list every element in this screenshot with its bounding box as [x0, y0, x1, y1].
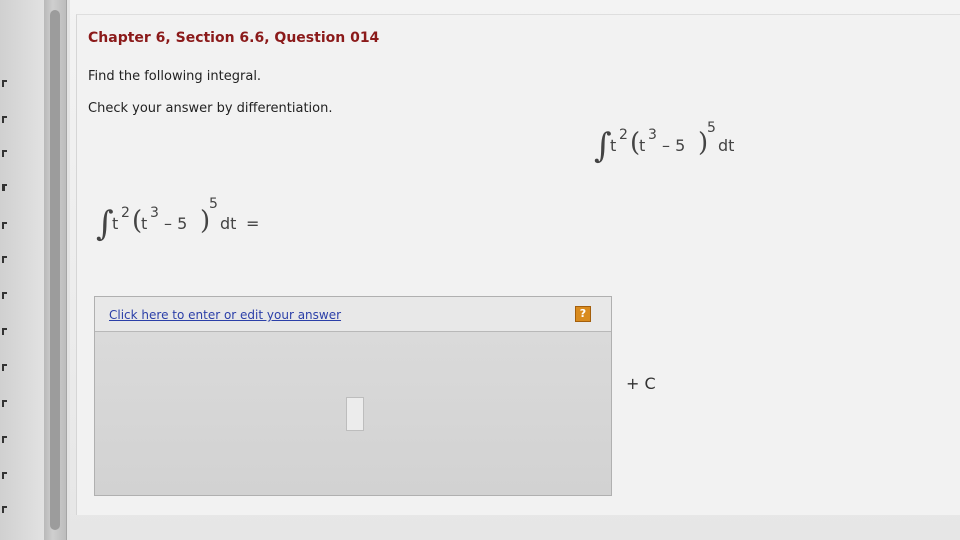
edge-mark: [2, 328, 7, 335]
integral-base: t: [610, 136, 617, 155]
integral-outer-exponent: 2: [619, 127, 628, 143]
edge-mark: [2, 184, 7, 191]
edge-mark: [2, 150, 7, 157]
integral-equals: =: [246, 214, 260, 233]
integral-minus-five: – 5: [662, 136, 686, 155]
edge-mark: [2, 400, 7, 407]
integral-power: 5: [209, 196, 218, 212]
vertical-scrollbar[interactable]: [44, 0, 67, 540]
edge-mark: [2, 292, 7, 299]
edit-answer-link[interactable]: Click here to enter or edit your answer: [109, 308, 341, 322]
answer-box[interactable]: Click here to enter or edit your answer …: [94, 296, 612, 496]
integral-differential: dt: [220, 214, 237, 233]
answer-input-slot[interactable]: [346, 397, 364, 431]
edge-mark: [2, 436, 7, 443]
edge-mark: [2, 222, 7, 229]
integral-power: 5: [707, 120, 716, 136]
instruction-find: Find the following integral.: [88, 69, 262, 84]
answer-editor-area[interactable]: [95, 332, 611, 495]
instruction-check: Check your answer by differentiation.: [88, 101, 333, 116]
edge-mark: [2, 80, 7, 87]
integral-base: t: [112, 214, 119, 233]
integral-outer-exponent: 2: [121, 205, 130, 221]
integral-inner-base: t: [141, 214, 148, 233]
help-icon[interactable]: ?: [575, 306, 591, 322]
constant-of-integration: + C: [626, 374, 656, 393]
integral-inner-base: t: [639, 136, 646, 155]
integral-differential: dt: [718, 136, 735, 155]
edge-mark: [2, 364, 7, 371]
edge-mark: [2, 506, 7, 513]
answer-header: Click here to enter or edit your answer …: [95, 297, 611, 332]
question-title: Chapter 6, Section 6.6, Question 014: [88, 30, 380, 46]
integral-minus-five: – 5: [164, 214, 188, 233]
left-edge-strip: [0, 0, 44, 540]
integral-inner-exponent: 3: [648, 127, 657, 143]
question-content: Chapter 6, Section 6.6, Question 014 Fin…: [70, 0, 960, 540]
scrollbar-thumb[interactable]: [50, 10, 60, 530]
integral-expression-display: ∫ t 2 ( t 3 – 5 ) 5 dt: [594, 120, 774, 180]
integral-expression-prompt: ∫ t 2 ( t 3 – 5 ) 5 dt =: [96, 192, 296, 252]
integral-inner-exponent: 3: [150, 205, 159, 221]
edge-mark: [2, 472, 7, 479]
edge-mark: [2, 256, 7, 263]
edge-mark: [2, 116, 7, 123]
